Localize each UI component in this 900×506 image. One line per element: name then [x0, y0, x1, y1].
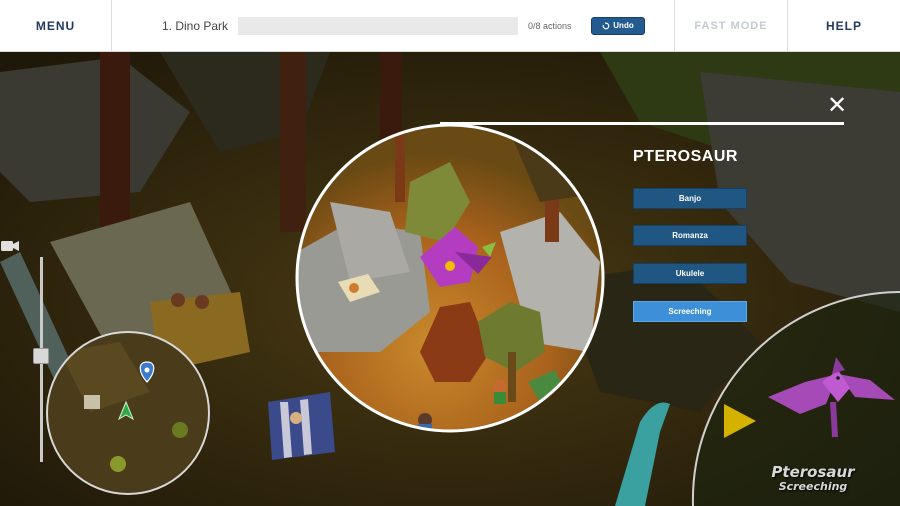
- undo-icon: [602, 21, 610, 29]
- caption-sound: Screeching: [778, 480, 848, 493]
- preview-caption: Pterosaur Screeching: [768, 464, 858, 494]
- scene-background: [0, 52, 900, 506]
- game-scene[interactable]: ✕ PTEROSAUR Banjo Romanza Ukulele Screec…: [0, 52, 900, 506]
- progress-bar: [238, 16, 518, 35]
- panel-divider: [440, 122, 844, 125]
- close-icon[interactable]: ✕: [826, 94, 848, 118]
- sound-option-ukulele[interactable]: Ukulele: [633, 263, 747, 284]
- undo-button[interactable]: Undo: [591, 16, 645, 35]
- help-button[interactable]: HELP: [788, 0, 900, 52]
- sound-option-screeching[interactable]: Screeching: [633, 301, 747, 322]
- fast-mode-button[interactable]: FAST MODE: [675, 0, 788, 52]
- level-name: 1. Dino Park: [162, 18, 229, 33]
- zoom-slider-thumb[interactable]: [33, 348, 49, 364]
- caption-creature: Pterosaur: [771, 463, 855, 481]
- top-bar: MENU 1. Dino Park 0/8 actions Undo FAST …: [0, 0, 900, 52]
- panel-title: PTEROSAUR: [633, 148, 738, 165]
- actions-counter: 0/8 actions: [528, 20, 572, 31]
- camera-icon[interactable]: [0, 238, 20, 254]
- level-section: 1. Dino Park 0/8 actions Undo: [112, 0, 675, 52]
- sound-option-romanza[interactable]: Romanza: [633, 225, 747, 246]
- undo-label: Undo: [613, 21, 634, 30]
- menu-button[interactable]: MENU: [0, 0, 112, 52]
- sound-option-banjo[interactable]: Banjo: [633, 188, 747, 209]
